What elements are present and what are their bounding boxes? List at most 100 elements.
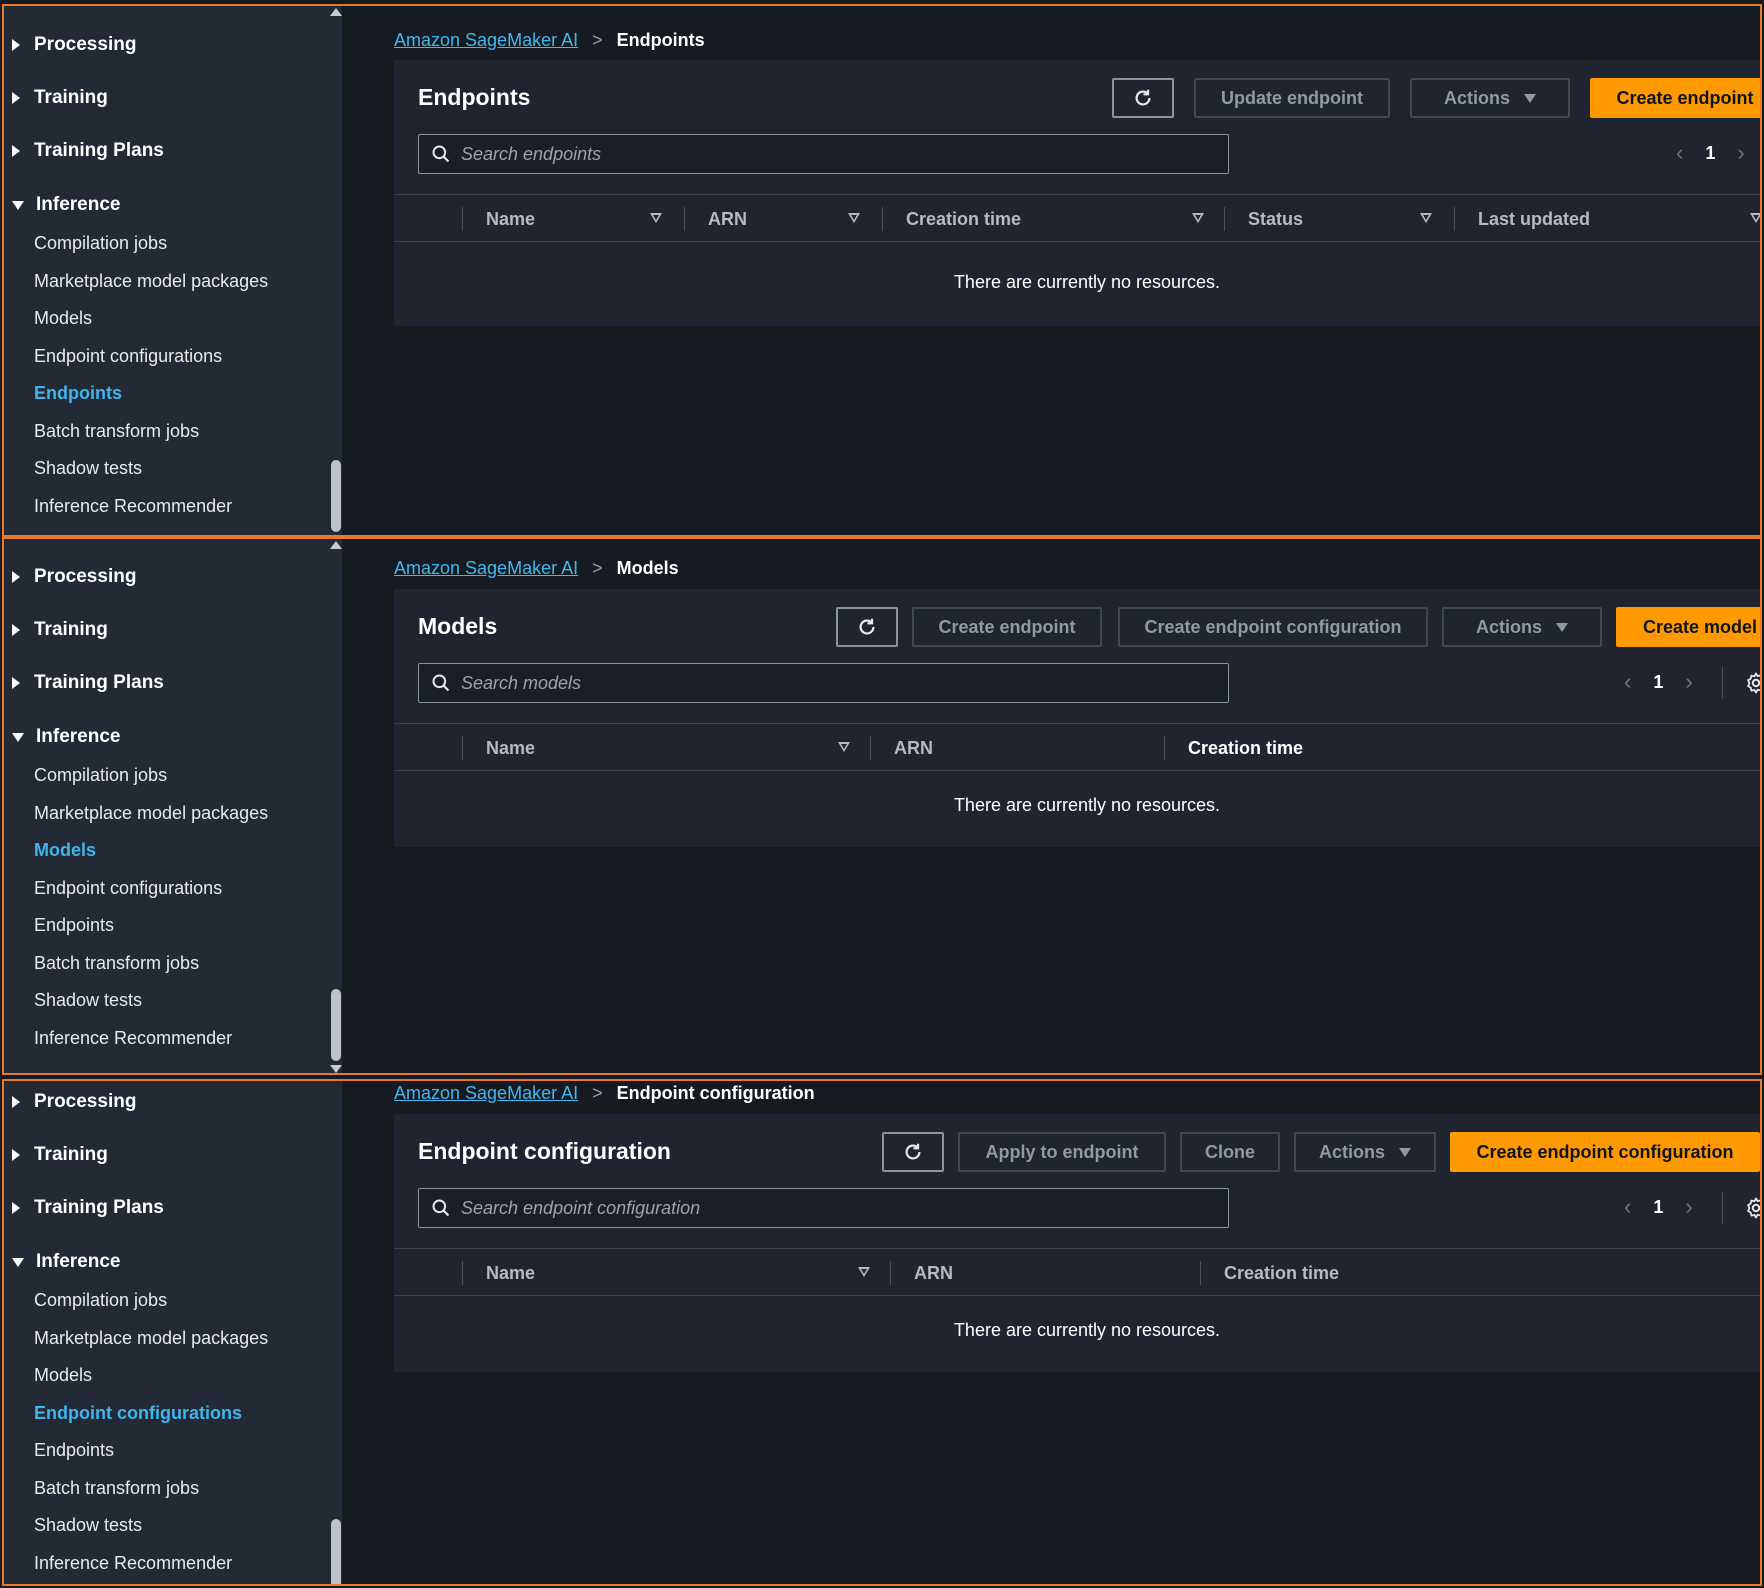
nav-item-batch-transform-jobs[interactable]: Batch transform jobs	[34, 949, 199, 977]
scrollbar-thumb[interactable]	[331, 460, 341, 532]
nav-section-training-plans[interactable]: Training Plans	[12, 136, 164, 166]
column-name[interactable]: Name	[486, 724, 535, 772]
chevron-left-icon[interactable]: ‹	[1624, 1194, 1631, 1220]
page-number[interactable]: 1	[1705, 143, 1715, 164]
actions-dropdown[interactable]: Actions	[1410, 78, 1570, 118]
nav-section-training-plans[interactable]: Training Plans	[12, 1193, 164, 1223]
scrollbar-thumb[interactable]	[331, 1519, 341, 1584]
nav-item-batch-transform-jobs[interactable]: Batch transform jobs	[34, 1474, 199, 1502]
caret-right-icon	[12, 677, 20, 689]
actions-dropdown[interactable]: Actions	[1442, 607, 1602, 647]
nav-item-batch-transform-jobs[interactable]: Batch transform jobs	[34, 417, 199, 445]
scroll-up-icon[interactable]	[330, 541, 342, 549]
column-status[interactable]: Status	[1248, 195, 1303, 243]
nav-item-marketplace-model-packages[interactable]: Marketplace model packages	[34, 1324, 268, 1352]
gear-icon[interactable]	[1744, 1196, 1762, 1220]
nav-item-inference-recommender[interactable]: Inference Recommender	[34, 1549, 232, 1577]
scrollbar-thumb[interactable]	[331, 989, 341, 1061]
create-model-button[interactable]: Create model	[1616, 607, 1760, 647]
column-arn[interactable]: ARN	[708, 195, 747, 243]
nav-section-training[interactable]: Training	[12, 83, 108, 113]
nav-item-endpoint-configurations[interactable]: Endpoint configurations	[34, 874, 222, 902]
sort-icon[interactable]	[1420, 213, 1432, 223]
nav-item-marketplace-model-packages[interactable]: Marketplace model packages	[34, 799, 268, 827]
nav-item-compilation-jobs[interactable]: Compilation jobs	[34, 761, 167, 789]
nav-item-inference-recommender[interactable]: Inference Recommender	[34, 492, 232, 520]
column-arn[interactable]: ARN	[914, 1249, 953, 1297]
column-creation-time[interactable]: Creation time	[906, 195, 1021, 243]
page-number[interactable]: 1	[1653, 672, 1663, 693]
nav-item-compilation-jobs[interactable]: Compilation jobs	[34, 229, 167, 257]
create-endpoint-configuration-button[interactable]: Create endpoint configuration	[1450, 1132, 1760, 1172]
column-arn[interactable]: ARN	[894, 724, 933, 772]
search-models[interactable]	[418, 663, 1229, 703]
chevron-left-icon[interactable]: ‹	[1676, 140, 1683, 166]
column-creation-time[interactable]: Creation time	[1224, 1249, 1339, 1297]
nav-item-endpoints[interactable]: Endpoints	[34, 379, 122, 407]
column-name[interactable]: Name	[486, 1249, 535, 1297]
column-creation-time[interactable]: Creation time	[1188, 724, 1303, 772]
breadcrumb-root-link[interactable]: Amazon SageMaker AI	[394, 30, 578, 51]
chevron-right-icon[interactable]: ›	[1685, 669, 1692, 695]
create-endpoint-button[interactable]: Create endpoint	[912, 607, 1102, 647]
nav-item-shadow-tests[interactable]: Shadow tests	[34, 1511, 142, 1539]
chevron-right-icon[interactable]: ›	[1685, 1194, 1692, 1220]
search-endpoints[interactable]	[418, 134, 1229, 174]
nav-section-training[interactable]: Training	[12, 1140, 108, 1170]
nav-item-endpoint-configurations[interactable]: Endpoint configurations	[34, 1399, 242, 1427]
nav-section-inference[interactable]: Inference	[12, 722, 120, 752]
nav-section-processing[interactable]: Processing	[12, 1087, 136, 1117]
nav-section-processing[interactable]: Processing	[12, 562, 136, 592]
nav-item-models[interactable]: Models	[34, 304, 92, 332]
clone-button[interactable]: Clone	[1180, 1132, 1280, 1172]
scroll-up-icon[interactable]	[330, 8, 342, 16]
create-endpoint-button[interactable]: Create endpoint	[1590, 78, 1760, 118]
scroll-down-icon[interactable]	[330, 1065, 342, 1073]
nav-section-training[interactable]: Training	[12, 615, 108, 645]
nav-item-compilation-jobs[interactable]: Compilation jobs	[34, 1286, 167, 1314]
search-input[interactable]	[461, 143, 1179, 165]
refresh-button[interactable]	[882, 1132, 944, 1172]
refresh-button[interactable]	[836, 607, 898, 647]
sort-icon[interactable]	[858, 1267, 870, 1277]
sidebar-scrollbar[interactable]	[328, 1081, 342, 1584]
nav-item-endpoints[interactable]: Endpoints	[34, 1436, 114, 1464]
nav-item-endpoints[interactable]: Endpoints	[34, 911, 114, 939]
chevron-right-icon[interactable]: ›	[1737, 140, 1744, 166]
update-endpoint-button[interactable]: Update endpoint	[1194, 78, 1390, 118]
nav-item-marketplace-model-packages[interactable]: Marketplace model packages	[34, 267, 268, 295]
sort-icon[interactable]	[838, 742, 850, 752]
sort-icon[interactable]	[848, 213, 860, 223]
sort-icon[interactable]	[1192, 213, 1204, 223]
nav-section-inference[interactable]: Inference	[12, 190, 120, 220]
nav-section-inference[interactable]: Inference	[12, 1247, 120, 1277]
create-endpoint-configuration-button[interactable]: Create endpoint configuration	[1118, 607, 1428, 647]
refresh-button[interactable]	[1112, 78, 1174, 118]
page-number[interactable]: 1	[1653, 1197, 1663, 1218]
sort-icon[interactable]	[1750, 213, 1760, 223]
breadcrumb-root-link[interactable]: Amazon SageMaker AI	[394, 1083, 578, 1104]
search-input[interactable]	[461, 672, 1179, 694]
search-endpoint-configuration[interactable]	[418, 1188, 1229, 1228]
nav-item-inference-recommender[interactable]: Inference Recommender	[34, 1024, 232, 1052]
sort-icon[interactable]	[650, 213, 662, 223]
actions-dropdown[interactable]: Actions	[1294, 1132, 1436, 1172]
breadcrumb-root-link[interactable]: Amazon SageMaker AI	[394, 558, 578, 579]
sidebar-scrollbar[interactable]	[328, 539, 342, 1073]
sidebar-scrollbar[interactable]	[328, 6, 342, 535]
gear-icon[interactable]	[1744, 671, 1762, 695]
nav-section-processing[interactable]: Processing	[12, 30, 136, 60]
search-input[interactable]	[461, 1197, 1179, 1219]
nav-item-shadow-tests[interactable]: Shadow tests	[34, 986, 142, 1014]
nav-item-shadow-tests[interactable]: Shadow tests	[34, 454, 142, 482]
column-name[interactable]: Name	[486, 195, 535, 243]
pagination: ‹ 1 ›	[1624, 669, 1693, 695]
nav-item-models[interactable]: Models	[34, 836, 96, 864]
apply-to-endpoint-button[interactable]: Apply to endpoint	[958, 1132, 1166, 1172]
nav-item-models[interactable]: Models	[34, 1361, 92, 1389]
column-last-updated[interactable]: Last updated	[1478, 195, 1590, 243]
chevron-left-icon[interactable]: ‹	[1624, 669, 1631, 695]
nav-section-training-plans[interactable]: Training Plans	[12, 668, 164, 698]
page-title: Models	[418, 613, 498, 639]
nav-item-endpoint-configurations[interactable]: Endpoint configurations	[34, 342, 222, 370]
